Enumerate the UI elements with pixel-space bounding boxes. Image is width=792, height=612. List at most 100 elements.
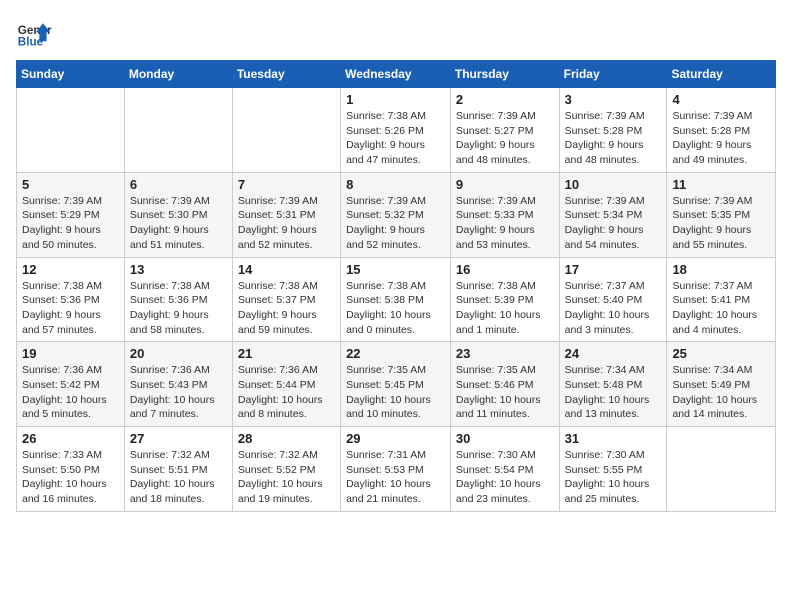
day-info: Sunrise: 7:33 AM Sunset: 5:50 PM Dayligh… (22, 448, 119, 507)
day-number: 22 (346, 346, 445, 361)
day-number: 20 (130, 346, 227, 361)
day-number: 7 (238, 177, 335, 192)
day-number: 9 (456, 177, 554, 192)
day-info: Sunrise: 7:32 AM Sunset: 5:51 PM Dayligh… (130, 448, 227, 507)
day-number: 8 (346, 177, 445, 192)
calendar-cell: 26 Sunrise: 7:33 AM Sunset: 5:50 PM Dayli… (17, 427, 125, 512)
day-number: 11 (672, 177, 770, 192)
logo-icon: General Blue (16, 16, 52, 52)
weekday-header-friday: Friday (559, 61, 667, 88)
day-info: Sunrise: 7:39 AM Sunset: 5:30 PM Dayligh… (130, 194, 227, 253)
day-info: Sunrise: 7:35 AM Sunset: 5:45 PM Dayligh… (346, 363, 445, 422)
day-info: Sunrise: 7:39 AM Sunset: 5:28 PM Dayligh… (672, 109, 770, 168)
calendar-cell: 19Sunrise: 7:36 AM Sunset: 5:42 PM Dayli… (17, 342, 125, 427)
calendar-cell: 24 Sunrise: 7:34 AM Sunset: 5:48 PM Dayli… (559, 342, 667, 427)
day-number: 30 (456, 431, 554, 446)
calendar-cell: 31Sunrise: 7:30 AM Sunset: 5:55 PM Dayli… (559, 427, 667, 512)
day-info: Sunrise: 7:39 AM Sunset: 5:29 PM Dayligh… (22, 194, 119, 253)
page-header: General Blue (16, 16, 776, 52)
day-info: Sunrise: 7:39 AM Sunset: 5:31 PM Dayligh… (238, 194, 335, 253)
day-number: 27 (130, 431, 227, 446)
calendar-cell: 11 Sunrise: 7:39 AM Sunset: 5:35 PM Dayli… (667, 172, 776, 257)
calendar-cell: 7 Sunrise: 7:39 AM Sunset: 5:31 PM Daylig… (232, 172, 340, 257)
day-info: Sunrise: 7:39 AM Sunset: 5:34 PM Dayligh… (565, 194, 662, 253)
calendar-cell: 8Sunrise: 7:39 AM Sunset: 5:32 PM Daylig… (341, 172, 451, 257)
calendar-cell: 15Sunrise: 7:38 AM Sunset: 5:38 PM Dayli… (341, 257, 451, 342)
day-info: Sunrise: 7:31 AM Sunset: 5:53 PM Dayligh… (346, 448, 445, 507)
calendar-cell: 12 Sunrise: 7:38 AM Sunset: 5:36 PM Dayli… (17, 257, 125, 342)
day-number: 18 (672, 262, 770, 277)
day-number: 3 (565, 92, 662, 107)
calendar-week-row: 19Sunrise: 7:36 AM Sunset: 5:42 PM Dayli… (17, 342, 776, 427)
calendar-cell: 28 Sunrise: 7:32 AM Sunset: 5:52 PM Dayli… (232, 427, 340, 512)
day-info: Sunrise: 7:38 AM Sunset: 5:37 PM Dayligh… (238, 279, 335, 338)
weekday-header-wednesday: Wednesday (341, 61, 451, 88)
weekday-header-monday: Monday (124, 61, 232, 88)
day-number: 29 (346, 431, 445, 446)
day-number: 28 (238, 431, 335, 446)
calendar-cell: 30 Sunrise: 7:30 AM Sunset: 5:54 PM Dayli… (450, 427, 559, 512)
calendar-cell: 5 Sunrise: 7:39 AM Sunset: 5:29 PM Daylig… (17, 172, 125, 257)
weekday-header-thursday: Thursday (450, 61, 559, 88)
day-info: Sunrise: 7:39 AM Sunset: 5:28 PM Dayligh… (565, 109, 662, 168)
day-number: 13 (130, 262, 227, 277)
calendar-cell: 23 Sunrise: 7:35 AM Sunset: 5:46 PM Dayli… (450, 342, 559, 427)
calendar-cell: 25 Sunrise: 7:34 AM Sunset: 5:49 PM Dayli… (667, 342, 776, 427)
calendar-cell: 9 Sunrise: 7:39 AM Sunset: 5:33 PM Daylig… (450, 172, 559, 257)
calendar-cell: 27 Sunrise: 7:32 AM Sunset: 5:51 PM Dayli… (124, 427, 232, 512)
day-info: Sunrise: 7:39 AM Sunset: 5:33 PM Dayligh… (456, 194, 554, 253)
logo: General Blue (16, 16, 52, 52)
day-number: 31 (565, 431, 662, 446)
day-info: Sunrise: 7:39 AM Sunset: 5:35 PM Dayligh… (672, 194, 770, 253)
calendar-cell: 14 Sunrise: 7:38 AM Sunset: 5:37 PM Dayli… (232, 257, 340, 342)
calendar-cell: 20 Sunrise: 7:36 AM Sunset: 5:43 PM Dayli… (124, 342, 232, 427)
day-info: Sunrise: 7:39 AM Sunset: 5:27 PM Dayligh… (456, 109, 554, 168)
calendar-cell: 10 Sunrise: 7:39 AM Sunset: 5:34 PM Dayli… (559, 172, 667, 257)
day-number: 2 (456, 92, 554, 107)
weekday-header-row: SundayMondayTuesdayWednesdayThursdayFrid… (17, 61, 776, 88)
calendar-cell: 2 Sunrise: 7:39 AM Sunset: 5:27 PM Daylig… (450, 88, 559, 173)
day-info: Sunrise: 7:32 AM Sunset: 5:52 PM Dayligh… (238, 448, 335, 507)
day-number: 24 (565, 346, 662, 361)
day-info: Sunrise: 7:38 AM Sunset: 5:39 PM Dayligh… (456, 279, 554, 338)
day-info: Sunrise: 7:35 AM Sunset: 5:46 PM Dayligh… (456, 363, 554, 422)
day-number: 14 (238, 262, 335, 277)
day-number: 26 (22, 431, 119, 446)
day-number: 23 (456, 346, 554, 361)
calendar-cell (124, 88, 232, 173)
day-info: Sunrise: 7:38 AM Sunset: 5:36 PM Dayligh… (22, 279, 119, 338)
day-number: 17 (565, 262, 662, 277)
calendar-week-row: 26 Sunrise: 7:33 AM Sunset: 5:50 PM Dayli… (17, 427, 776, 512)
day-number: 4 (672, 92, 770, 107)
day-info: Sunrise: 7:30 AM Sunset: 5:54 PM Dayligh… (456, 448, 554, 507)
day-number: 12 (22, 262, 119, 277)
calendar-cell (232, 88, 340, 173)
calendar-week-row: 5 Sunrise: 7:39 AM Sunset: 5:29 PM Daylig… (17, 172, 776, 257)
day-info: Sunrise: 7:38 AM Sunset: 5:26 PM Dayligh… (346, 109, 445, 168)
day-info: Sunrise: 7:36 AM Sunset: 5:43 PM Dayligh… (130, 363, 227, 422)
calendar-cell: 4 Sunrise: 7:39 AM Sunset: 5:28 PM Daylig… (667, 88, 776, 173)
calendar-cell: 16 Sunrise: 7:38 AM Sunset: 5:39 PM Dayli… (450, 257, 559, 342)
day-number: 10 (565, 177, 662, 192)
calendar-cell: 29 Sunrise: 7:31 AM Sunset: 5:53 PM Dayli… (341, 427, 451, 512)
calendar-cell: 13 Sunrise: 7:38 AM Sunset: 5:36 PM Dayli… (124, 257, 232, 342)
calendar-cell: 1Sunrise: 7:38 AM Sunset: 5:26 PM Daylig… (341, 88, 451, 173)
calendar-cell: 18Sunrise: 7:37 AM Sunset: 5:41 PM Dayli… (667, 257, 776, 342)
calendar-cell: 22 Sunrise: 7:35 AM Sunset: 5:45 PM Dayli… (341, 342, 451, 427)
day-number: 16 (456, 262, 554, 277)
calendar-table: SundayMondayTuesdayWednesdayThursdayFrid… (16, 60, 776, 512)
day-number: 25 (672, 346, 770, 361)
day-info: Sunrise: 7:34 AM Sunset: 5:49 PM Dayligh… (672, 363, 770, 422)
day-info: Sunrise: 7:36 AM Sunset: 5:44 PM Dayligh… (238, 363, 335, 422)
day-number: 6 (130, 177, 227, 192)
calendar-week-row: 1Sunrise: 7:38 AM Sunset: 5:26 PM Daylig… (17, 88, 776, 173)
weekday-header-sunday: Sunday (17, 61, 125, 88)
day-info: Sunrise: 7:38 AM Sunset: 5:38 PM Dayligh… (346, 279, 445, 338)
day-number: 5 (22, 177, 119, 192)
day-info: Sunrise: 7:34 AM Sunset: 5:48 PM Dayligh… (565, 363, 662, 422)
day-info: Sunrise: 7:38 AM Sunset: 5:36 PM Dayligh… (130, 279, 227, 338)
calendar-cell: 21Sunrise: 7:36 AM Sunset: 5:44 PM Dayli… (232, 342, 340, 427)
calendar-cell: 3 Sunrise: 7:39 AM Sunset: 5:28 PM Daylig… (559, 88, 667, 173)
calendar-cell: 17Sunrise: 7:37 AM Sunset: 5:40 PM Dayli… (559, 257, 667, 342)
weekday-header-tuesday: Tuesday (232, 61, 340, 88)
